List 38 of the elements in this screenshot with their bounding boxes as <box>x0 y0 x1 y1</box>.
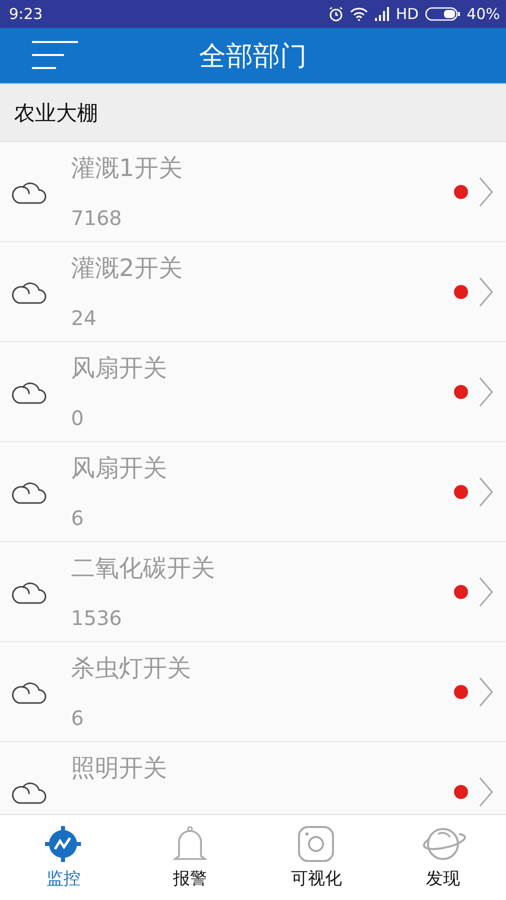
signal-icon <box>374 7 390 21</box>
page-title: 全部部门 <box>199 40 307 74</box>
bell-icon <box>172 825 207 863</box>
device-value: 6 <box>71 504 84 532</box>
section-title: 农业大棚 <box>14 100 98 126</box>
tab[interactable]: 可视化 <box>253 815 380 900</box>
device-value: 0 <box>71 404 84 432</box>
device-name: 风扇开关 <box>71 352 167 384</box>
chevron-icon <box>478 776 494 806</box>
device-name: 灌溉2开关 <box>71 252 182 284</box>
network-type: HD <box>396 5 419 23</box>
tab[interactable]: 发现 <box>380 815 506 900</box>
tab[interactable]: 监控 <box>0 815 126 900</box>
battery-level: 40% <box>466 5 500 23</box>
chevron-icon <box>478 276 494 306</box>
alarm-clock-icon <box>328 6 344 22</box>
menu-icon <box>31 40 79 70</box>
device-name: 二氧化碳开关 <box>71 552 215 584</box>
chevron-icon <box>478 576 494 606</box>
device-value: 7168 <box>71 204 122 232</box>
device-value: 1536 <box>71 604 122 632</box>
menu-button[interactable] <box>31 40 79 70</box>
device-name: 灌溉1开关 <box>71 152 182 184</box>
device-name: 照明开关 <box>71 752 167 784</box>
chevron-icon <box>478 376 494 406</box>
device-name: 杀虫灯开关 <box>71 652 191 684</box>
wifi-icon <box>350 7 368 21</box>
clock-time: 9:23 <box>9 5 43 23</box>
chart-badge-icon <box>44 825 82 863</box>
device-value: 24 <box>71 304 96 332</box>
tab[interactable]: 报警 <box>126 815 253 900</box>
chevron-icon <box>478 476 494 506</box>
chevron-icon <box>478 176 494 206</box>
battery-icon <box>424 6 461 22</box>
device-value: 6 <box>71 704 84 732</box>
device-name: 风扇开关 <box>71 452 167 484</box>
camera-icon <box>297 825 336 863</box>
chevron-icon <box>478 676 494 706</box>
